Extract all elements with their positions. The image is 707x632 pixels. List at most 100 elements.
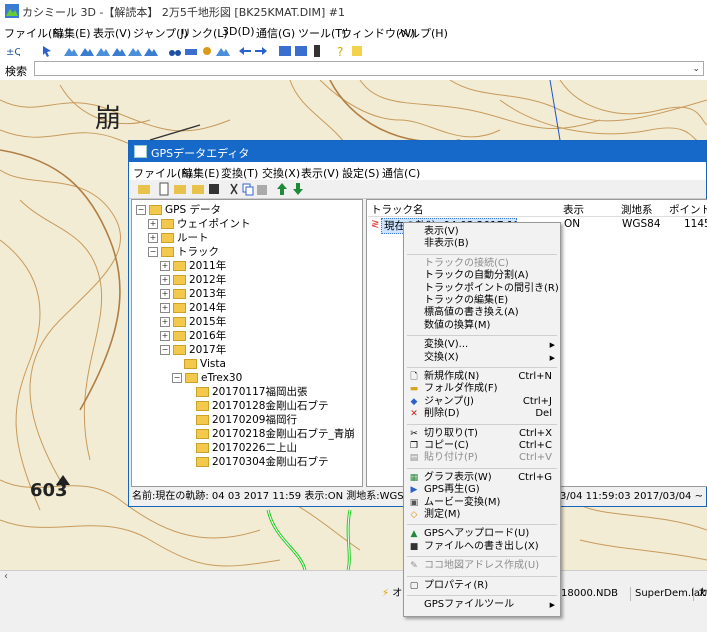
- column-header-visible[interactable]: 表示: [563, 202, 584, 217]
- upload-icon[interactable]: [275, 182, 289, 196]
- menu-tools[interactable]: ツール(T): [298, 25, 346, 41]
- menu-link[interactable]: リンク(L): [180, 25, 228, 41]
- mountain-icon[interactable]: [96, 44, 110, 58]
- context-menu-item[interactable]: 交換(X) ▶: [404, 352, 560, 364]
- context-menu-item[interactable]: ❐ コピー(C) Ctrl+C: [404, 440, 560, 452]
- tree-node-year[interactable]: +2014年: [160, 301, 226, 315]
- new-doc-icon: 🗋: [410, 372, 418, 382]
- tree-node-etrex[interactable]: − eTrex30: [172, 371, 242, 385]
- scroll-left-icon[interactable]: ‹: [4, 571, 8, 582]
- copy-icon[interactable]: [241, 182, 255, 196]
- context-menu-item[interactable]: ▶ GPS再生(G): [404, 484, 560, 496]
- context-menu-item[interactable]: トラックポイントの間引き(R): [404, 283, 560, 295]
- context-menu-item[interactable]: ■ ファイルへの書き出し(X): [404, 541, 560, 553]
- folder-icon: [196, 415, 209, 425]
- tree-node-waypoints[interactable]: + ウェイポイント: [148, 217, 251, 231]
- mountain-icon[interactable]: [80, 44, 94, 58]
- context-menu-item[interactable]: 🗋 新規作成(N) Ctrl+N: [404, 371, 560, 383]
- tree-node-year[interactable]: +2011年: [160, 259, 226, 273]
- new-doc-icon[interactable]: [157, 182, 171, 196]
- tree-node-vista[interactable]: Vista: [184, 357, 226, 371]
- context-menu-item[interactable]: 非表示(B): [404, 238, 560, 250]
- tree-node-year[interactable]: +2016年: [160, 329, 226, 343]
- tree-node-routes[interactable]: + ルート: [148, 231, 209, 245]
- help-icon[interactable]: ?: [334, 44, 348, 58]
- gps-menu-view[interactable]: 表示(V): [301, 165, 339, 181]
- open-icon[interactable]: [191, 182, 205, 196]
- tree-node-year[interactable]: +2015年: [160, 315, 226, 329]
- context-menu-label: 切り取り(T): [424, 427, 478, 439]
- gps-menu-edit[interactable]: 編集(E): [182, 165, 220, 181]
- tree-node-log[interactable]: 20170226二上山: [196, 441, 297, 455]
- context-menu-item[interactable]: ✕ 削除(D) Del: [404, 408, 560, 420]
- context-menu-item[interactable]: ◇ 測定(M): [404, 509, 560, 521]
- context-menu-item[interactable]: ▲ GPSへアップロード(U): [404, 528, 560, 540]
- context-menu-item[interactable]: トラックの編集(E): [404, 295, 560, 307]
- context-menu-item: ▤ 貼り付け(P) Ctrl+V: [404, 452, 560, 464]
- tree-node-log[interactable]: 20170117福岡出張: [196, 385, 307, 399]
- save-icon[interactable]: [207, 182, 221, 196]
- pointer-icon[interactable]: [40, 44, 54, 58]
- tree-node-tracks[interactable]: − トラック: [148, 245, 219, 259]
- cut-icon[interactable]: [227, 182, 241, 196]
- context-menu-item[interactable]: ▬ フォルダ作成(F): [404, 383, 560, 395]
- up-folder-icon[interactable]: [137, 182, 151, 196]
- context-menu-item[interactable]: ▦ グラフ表示(W) Ctrl+G: [404, 472, 560, 484]
- menu-edit[interactable]: 編集(E): [53, 25, 91, 41]
- tree-node-year[interactable]: +2012年: [160, 273, 226, 287]
- context-menu-item[interactable]: ◆ ジャンプ(J) Ctrl+J: [404, 396, 560, 408]
- context-menu-item[interactable]: 数値の換算(M): [404, 320, 560, 332]
- gps-editor-icon: [134, 145, 147, 158]
- gps-menu-settings[interactable]: 設定(S): [342, 165, 380, 181]
- column-header-points[interactable]: ポイント数: [669, 202, 707, 217]
- context-menu-item[interactable]: 標高値の書き換え(A): [404, 307, 560, 319]
- mountain-icon[interactable]: [216, 44, 230, 58]
- paste-icon[interactable]: [255, 182, 269, 196]
- arrow-right-icon[interactable]: [254, 44, 268, 58]
- context-menu-item[interactable]: ✂ 切り取り(T) Ctrl+X: [404, 428, 560, 440]
- menu-comm[interactable]: 通信(G): [256, 25, 295, 41]
- title-bar: カシミール 3D -【解読本】 2万5千地形図 [BK25KMAT.DIM] #…: [0, 0, 707, 23]
- binoculars-icon[interactable]: [168, 44, 182, 58]
- chevron-down-icon[interactable]: ⌄: [692, 64, 700, 74]
- gps-device-icon[interactable]: [310, 44, 324, 58]
- horizontal-scrollbar[interactable]: ‹: [0, 570, 707, 585]
- tree-node-log[interactable]: 20170128金剛山石ブテ: [196, 399, 328, 413]
- mountain-icon[interactable]: [112, 44, 126, 58]
- menu-3d[interactable]: 3D(D): [222, 25, 255, 38]
- mountain-icon[interactable]: [144, 44, 158, 58]
- gps-menu-comm[interactable]: 通信(C): [382, 165, 420, 181]
- menu-help[interactable]: ヘルプ(H): [398, 25, 448, 41]
- context-menu-item[interactable]: GPSファイルツール ▶: [404, 599, 560, 611]
- submenu-arrow-icon: ▶: [549, 601, 555, 609]
- gps-data-tree[interactable]: − GPS データ + ウェイポイント + ルート − トラック +2011年 +201…: [131, 199, 363, 487]
- tree-node-root[interactable]: − GPS データ: [136, 203, 221, 217]
- menu-view[interactable]: 表示(V): [93, 25, 131, 41]
- window-icon[interactable]: [294, 44, 308, 58]
- column-header-track-name[interactable]: トラック名: [371, 202, 424, 217]
- context-menu-item[interactable]: 変換(V)... ▶: [404, 339, 560, 351]
- context-menu-item[interactable]: トラックの自動分割(A): [404, 270, 560, 282]
- marker-icon[interactable]: [200, 44, 214, 58]
- tree-node-log[interactable]: 20170218金剛山石ブテ_青崩: [196, 427, 355, 441]
- download-icon[interactable]: [291, 182, 305, 196]
- gps-menu-exchange[interactable]: 交換(X): [262, 165, 300, 181]
- search-input[interactable]: ⌄: [34, 61, 704, 76]
- info-icon[interactable]: [350, 44, 364, 58]
- mountain-icon[interactable]: [64, 44, 78, 58]
- context-menu-item[interactable]: 表示(V): [404, 226, 560, 238]
- zoom-icon[interactable]: ±Q: [6, 44, 20, 58]
- tree-node-year[interactable]: +2013年: [160, 287, 226, 301]
- window-icon[interactable]: [278, 44, 292, 58]
- tree-node-log[interactable]: 20170209福岡行: [196, 413, 297, 427]
- tree-node-year[interactable]: −2017年: [160, 343, 226, 357]
- context-menu-item[interactable]: ▢ プロパティ(R): [404, 580, 560, 592]
- arrow-left-icon[interactable]: [238, 44, 252, 58]
- folder-icon[interactable]: [173, 182, 187, 196]
- tree-node-log[interactable]: 20170304金剛山石ブテ: [196, 455, 328, 469]
- mountain-icon[interactable]: [128, 44, 142, 58]
- vehicle-icon[interactable]: [184, 44, 198, 58]
- context-menu-item[interactable]: ▣ ムービー変換(M): [404, 497, 560, 509]
- column-header-datum[interactable]: 測地系: [621, 202, 653, 217]
- gps-menu-convert[interactable]: 変換(T): [221, 165, 258, 181]
